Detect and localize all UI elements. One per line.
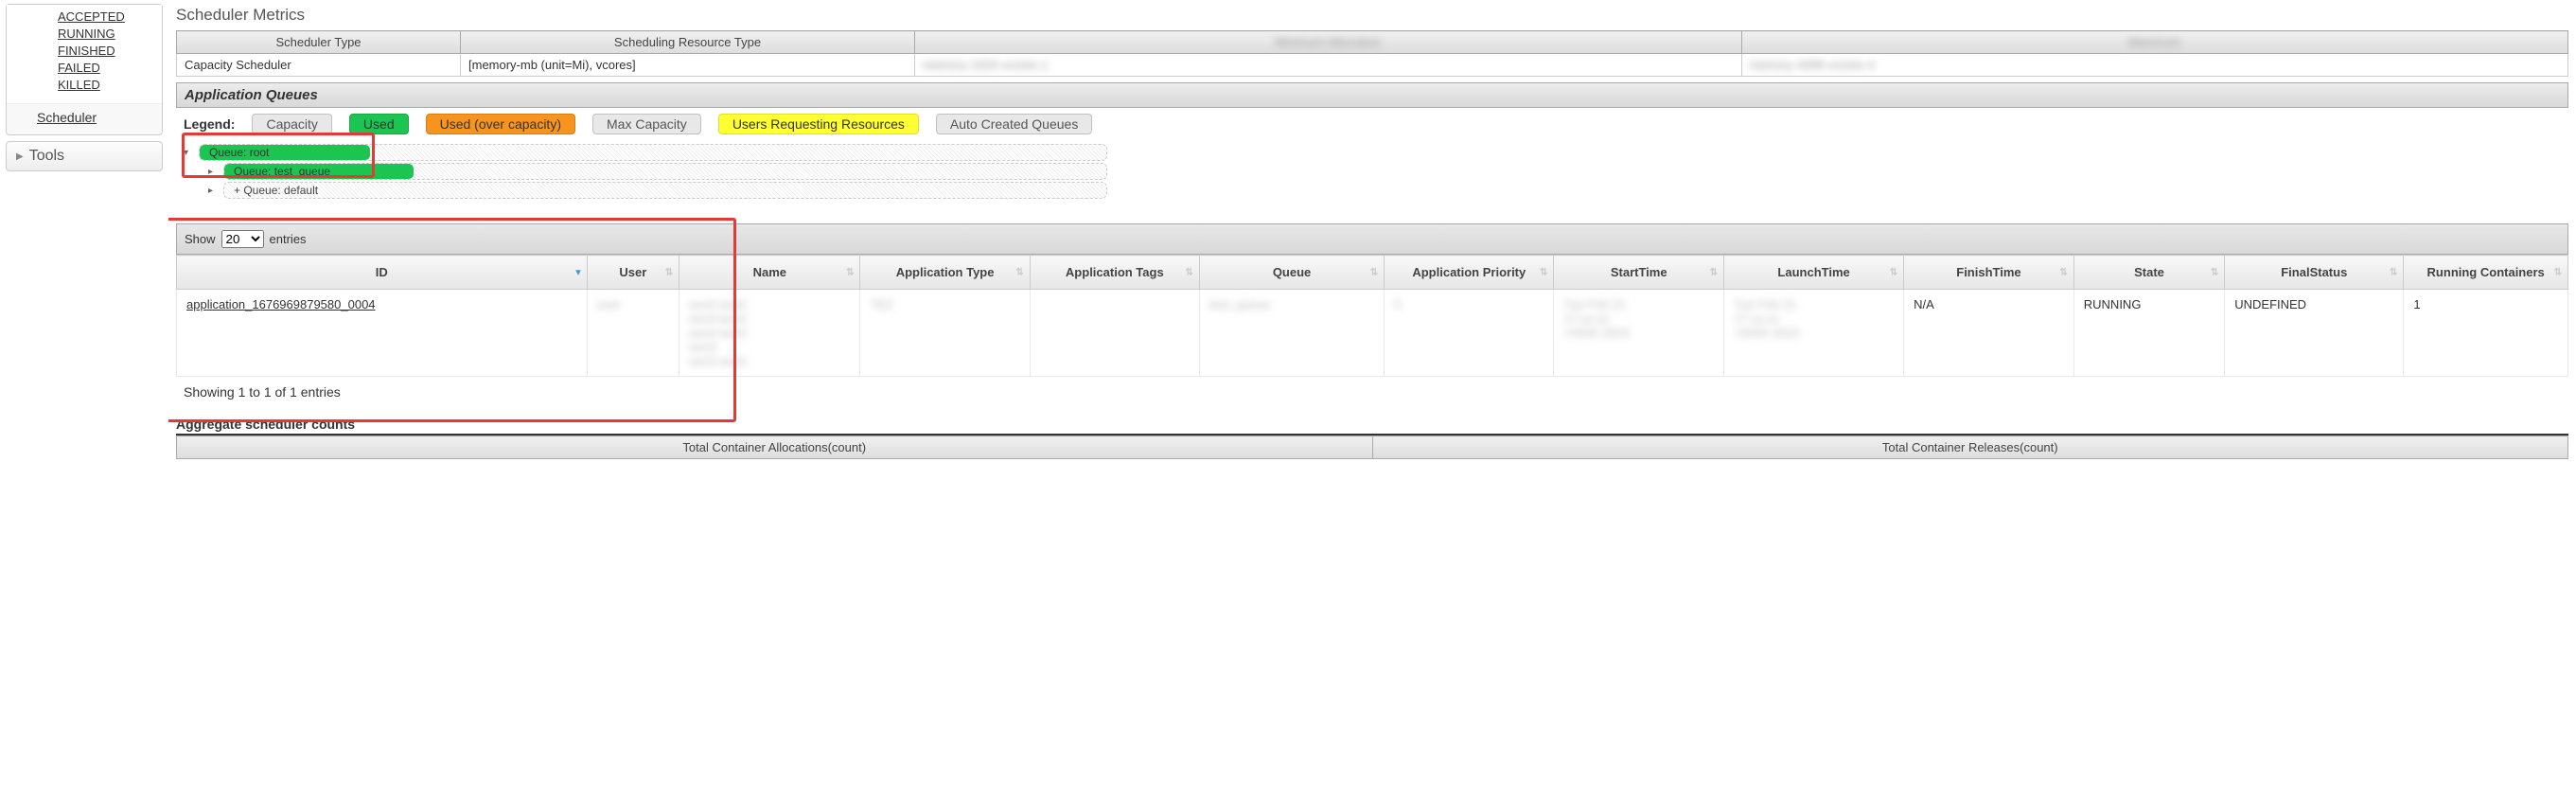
cell-scheduling-resource: [memory-mb (unit=Mi), vcores] [461,54,915,77]
cell-priority: 0 [1394,297,1401,311]
sidebar-state-links: ACCEPTED RUNNING FINISHED FAILED KILLED [7,5,162,103]
link-killed[interactable]: KILLED [58,77,152,94]
queue-test-label: Queue: test_queue [224,164,414,179]
col-start[interactable]: StartTime⇅ [1554,256,1724,290]
apps-table: ID▾ User⇅ Name⇅ Application Type⇅ Applic… [176,255,2568,377]
link-finished[interactable]: FINISHED [58,43,152,60]
col-priority[interactable]: Application Priority⇅ [1385,256,1554,290]
link-running[interactable]: RUNNING [58,26,152,43]
cell-final: UNDEFINED [2225,290,2404,377]
cell-apptype: TEZ [870,297,893,311]
legend-used-over: Used (over capacity) [426,114,575,134]
cell-apptags [1030,290,1199,377]
col-scheduling-resource: Scheduling Resource Type [461,31,915,54]
cell-running: 1 [2404,290,2568,377]
col-final[interactable]: FinalStatus⇅ [2225,256,2404,290]
tools-label: Tools [29,148,64,165]
chevron-right-icon: ▸ [208,186,218,196]
queue-default-label: + Queue: default [224,184,318,197]
link-failed[interactable]: FAILED [58,60,152,77]
show-prefix: Show [185,232,216,246]
col-blur2: Maximum [1741,31,2568,54]
app-id-link[interactable]: application_1676969879580_0004 [186,297,376,311]
datatable-info: Showing 1 to 1 of 1 entries [176,377,2568,407]
cell-start: Tue Feb 2117:xx:xx+0000 2023 [1563,297,1629,340]
legend-max: Max Capacity [592,114,701,134]
agg-table: Total Container Allocations(count) Total… [176,436,2568,459]
apps-table-length: Show 20 50 100 entries [176,223,2568,255]
apps-table-wrapper: Show 20 50 100 entries ID▾ User⇅ Name⇅ A… [176,223,2568,377]
app-queues-title: Application Queues [185,87,318,103]
sidebar: ACCEPTED RUNNING FINISHED FAILED KILLED … [0,0,168,478]
agg-title: Aggregate scheduler counts [176,413,2568,436]
legend-users: Users Requesting Resources [718,114,919,134]
scheduler-metrics-title: Scheduler Metrics [176,6,2568,25]
legend-used: Used [349,114,409,134]
cell-state: RUNNING [2073,290,2224,377]
sidebar-panel: ACCEPTED RUNNING FINISHED FAILED KILLED … [6,4,163,135]
col-total-release: Total Container Releases(count) [1372,436,2568,459]
table-row: application_1676969879580_0004 user word… [177,290,2568,377]
metrics-row: Capacity Scheduler [memory-mb (unit=Mi),… [177,54,2568,77]
legend-row: Legend: Capacity Used Used (over capacit… [176,108,2568,140]
page-length-select[interactable]: 20 50 100 [221,230,264,248]
col-total-alloc: Total Container Allocations(count) [177,436,1373,459]
col-state[interactable]: State⇅ [2073,256,2224,290]
cell-name: word wordword wordword wordwordword word [689,297,746,368]
col-launch[interactable]: LaunchTime⇅ [1724,256,1904,290]
queue-root-label: Queue: root [200,145,370,160]
queue-tree: ▾ Queue: root ▸ Queue: test_queue ▸ [176,140,2568,206]
legend-auto: Auto Created Queues [936,114,1092,134]
col-scheduler-type: Scheduler Type [177,31,461,54]
queue-row-default[interactable]: ▸ + Queue: default [184,182,2561,199]
col-queue[interactable]: Queue⇅ [1199,256,1384,290]
legend-capacity: Capacity [252,114,331,134]
col-running[interactable]: Running Containers⇅ [2404,256,2568,290]
col-finish[interactable]: FinishTime⇅ [1904,256,2074,290]
queue-row-test[interactable]: ▸ Queue: test_queue [184,163,2561,180]
sidebar-scheduler: Scheduler [7,103,162,134]
link-accepted[interactable]: ACCEPTED [58,9,152,26]
queue-row-root[interactable]: ▾ Queue: root [184,144,2561,161]
cell-scheduler-type: Capacity Scheduler [177,54,461,77]
app-queues-header: Application Queues [176,82,2568,108]
col-apptype[interactable]: Application Type⇅ [860,256,1030,290]
col-name[interactable]: Name⇅ [679,256,860,290]
show-suffix: entries [270,232,307,246]
chevron-down-icon: ▾ [184,148,193,158]
main: Scheduler Metrics Scheduler Type Schedul… [168,0,2576,478]
sidebar-tools[interactable]: ▶ Tools [6,141,163,171]
link-scheduler[interactable]: Scheduler [37,110,97,125]
legend-label: Legend: [184,116,235,132]
col-id[interactable]: ID▾ [177,256,588,290]
cell-queue: test_queue [1209,297,1270,311]
col-blur1: Minimum Allocation [915,31,1742,54]
col-apptags[interactable]: Application Tags⇅ [1030,256,1199,290]
scheduler-metrics-table: Scheduler Type Scheduling Resource Type … [176,30,2568,77]
cell-finish: N/A [1904,290,2074,377]
chevron-right-icon: ▶ [16,151,24,162]
col-user[interactable]: User⇅ [587,256,679,290]
cell-blur2: memory 4096 vcores 4 [1741,54,2568,77]
cell-user: user [597,297,621,311]
chevron-right-icon: ▸ [208,167,218,177]
cell-launch: Tue Feb 2117:xx:xx+0000 2023 [1734,297,1799,340]
cell-blur1: memory 1024 vcores 1 [915,54,1742,77]
